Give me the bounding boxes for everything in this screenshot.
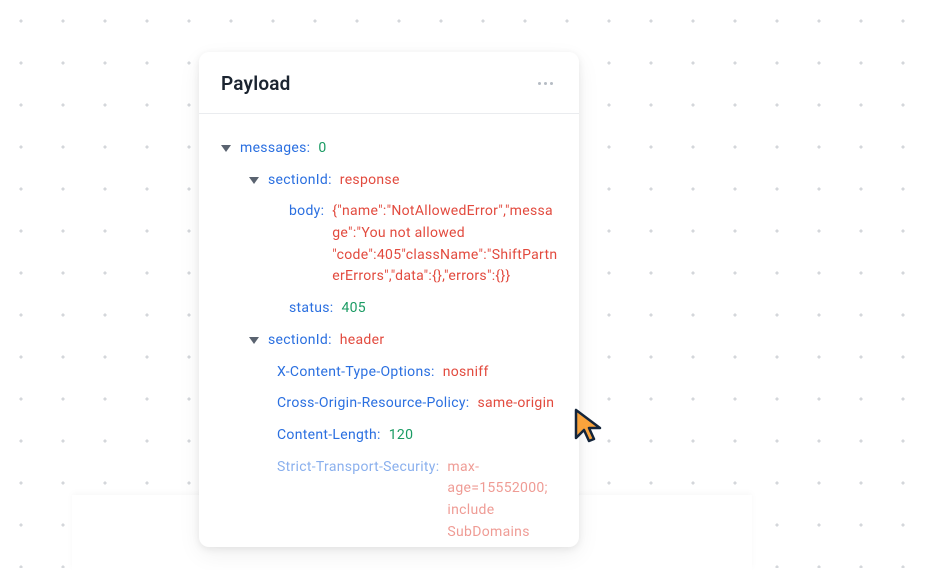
tree-key: Cross-Origin-Resource-Policy:: [277, 393, 469, 415]
tree-value: 0: [318, 138, 326, 160]
tree-value: nosniff: [443, 362, 489, 384]
tree-key: messages:: [240, 138, 310, 160]
more-icon[interactable]: [534, 78, 557, 89]
caret-down-icon: [249, 337, 259, 344]
tree-value: 405: [341, 298, 366, 320]
caret-down-icon: [249, 177, 259, 184]
tree-value: 120: [389, 425, 414, 447]
tree-key: body:: [289, 201, 324, 223]
payload-card: Payload messages: 0 sectionId: response …: [199, 52, 579, 547]
tree-key: Content-Length:: [277, 425, 381, 447]
tree-row-status[interactable]: status: 405: [219, 298, 559, 320]
tree-row-section-response[interactable]: sectionId: response: [219, 170, 559, 192]
tree-row-section-header[interactable]: sectionId: header: [219, 330, 559, 352]
tree-value: same-origin: [477, 393, 554, 415]
tree-key: Strict-Transport-Security:: [277, 457, 439, 479]
tree-key: sectionId:: [268, 170, 332, 192]
tree-value: {"name":"NotAllowedError","message":"You…: [332, 201, 559, 288]
tree-key: sectionId:: [268, 330, 332, 352]
tree-row-messages[interactable]: messages: 0: [219, 138, 559, 160]
tree-row-xcto[interactable]: X-Content-Type-Options: nosniff: [219, 362, 559, 384]
caret-down-icon: [221, 145, 231, 152]
tree-row-sts[interactable]: Strict-Transport-Security: max-age=15552…: [219, 457, 559, 544]
payload-tree: messages: 0 sectionId: response body: {"…: [199, 114, 579, 547]
tree-value: response: [340, 170, 400, 192]
tree-row-corp[interactable]: Cross-Origin-Resource-Policy: same-origi…: [219, 393, 559, 415]
card-header: Payload: [199, 52, 579, 114]
card-title: Payload: [221, 72, 291, 95]
tree-key: X-Content-Type-Options:: [277, 362, 435, 384]
tree-value: max-age=15552000; include SubDomains: [447, 457, 559, 544]
tree-value: header: [340, 330, 385, 352]
tree-row-body[interactable]: body: {"name":"NotAllowedError","message…: [219, 201, 559, 288]
tree-row-content-length[interactable]: Content-Length: 120: [219, 425, 559, 447]
tree-key: status:: [289, 298, 333, 320]
